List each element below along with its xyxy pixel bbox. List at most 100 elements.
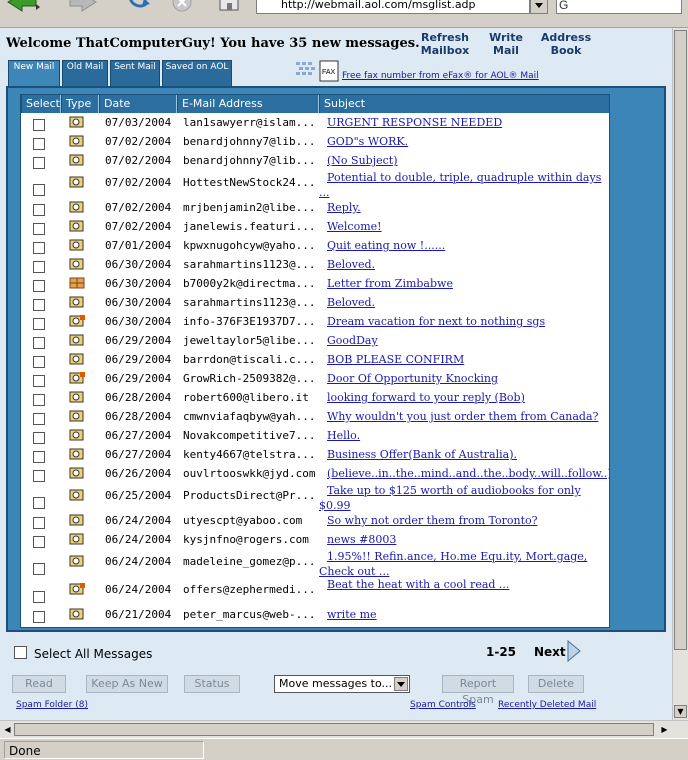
message-subject-link[interactable]: (believe..in..the..mind..and..the..body.… [319,466,609,481]
message-select-checkbox[interactable] [33,451,45,463]
message-subject-link[interactable]: Letter from Zimbabwe [319,276,605,291]
spam-folder-link[interactable]: Spam Folder (8) [16,700,88,710]
search-input[interactable]: G [556,0,682,14]
message-row[interactable]: 07/02/2004 mrjbenjamin2@libe... Reply. [21,198,609,217]
message-select-checkbox[interactable] [33,413,45,425]
stop-button[interactable] [170,0,194,16]
message-select-checkbox[interactable] [33,242,45,254]
message-select-checkbox[interactable] [33,611,45,623]
message-select-checkbox[interactable] [33,337,45,349]
message-subject-link[interactable]: Dream vacation for next to nothing sgs [319,314,605,329]
message-select-checkbox[interactable] [33,119,45,131]
message-select-checkbox[interactable] [33,497,45,509]
vertical-scrollbar[interactable]: ▼ [672,28,688,720]
message-select-checkbox[interactable] [33,318,45,330]
column-subject[interactable]: Subject [319,95,609,113]
message-select-checkbox[interactable] [33,280,45,292]
vertical-scroll-thumb[interactable] [674,30,687,650]
write-mail-link[interactable]: Write Mail [486,31,526,57]
message-row[interactable]: 07/03/2004 lan1sawyerr@islam... URGENT RES… [21,113,609,132]
message-subject-link[interactable]: Welcome! [319,219,605,234]
select-all-checkbox[interactable] [14,646,27,659]
report-spam-button[interactable]: Report Spam [442,675,514,706]
message-select-checkbox[interactable] [33,432,45,444]
message-select-checkbox[interactable] [33,157,45,169]
reload-button[interactable] [124,0,152,16]
message-select-checkbox[interactable] [33,375,45,387]
message-subject-link[interactable]: Hello. [319,428,605,443]
message-row[interactable]: 07/02/2004 janelewis.featuri... Welcome! [21,217,609,236]
message-row[interactable]: 06/29/2004 barrdon@tiscali.c... BOB PLEASE… [21,350,609,369]
message-row[interactable]: 06/24/2004 kysjnfno@rogers.com news #8003 [21,530,609,549]
address-bar[interactable]: http://webmail.aol.com/msglist.adp [256,0,530,14]
horizontal-scrollbar[interactable]: ◀ ▶ [0,720,688,738]
message-select-checkbox[interactable] [33,223,45,235]
message-subject-link[interactable]: Business Offer(Bank of Australia). [319,447,605,462]
message-subject-link[interactable]: 1.95%!! Refin.ance, Ho.me Equ.ity, Mort.… [319,549,605,579]
message-subject-link[interactable]: news #8003 [319,532,605,547]
message-subject-link[interactable]: Beloved. [319,257,605,272]
tab-old-mail[interactable]: Old Mail [62,60,108,86]
message-subject-link[interactable]: Take up to $125 worth of audiobooks for … [319,483,605,513]
message-subject-link[interactable]: GOD"s WORK. [319,134,605,149]
message-select-checkbox[interactable] [33,138,45,150]
message-select-checkbox[interactable] [33,591,45,603]
refresh-mailbox-link[interactable]: Refresh Mailbox [418,31,472,57]
message-subject-link[interactable]: write me [319,607,605,622]
spam-controls-link[interactable]: Spam Controls [410,700,476,710]
message-row[interactable]: 07/02/2004 benardjohnny7@lib... (No Subjec… [21,151,609,170]
message-subject-link[interactable]: looking forward to your reply (Bob) [319,390,605,405]
message-row[interactable]: 06/27/2004 Novakcompetitive7... Hello. [21,426,609,445]
message-row[interactable]: 06/27/2004 kenty4667@telstra... Business O… [21,445,609,464]
delete-button[interactable]: Delete [528,675,584,693]
message-row[interactable]: 06/26/2004 ouvlrtooswkk@jyd.com (believe..… [21,464,609,483]
message-row[interactable]: 06/28/2004 robert600@libero.it looking for… [21,388,609,407]
message-row[interactable]: 06/30/2004 sarahmartins1123@... Beloved. [21,293,609,312]
message-subject-link[interactable]: URGENT RESPONSE NEEDED [319,115,605,130]
read-button[interactable]: Read [12,675,66,693]
message-row[interactable]: 07/02/2004 benardjohnny7@lib... GOD"s WORK… [21,132,609,151]
forward-button[interactable] [68,0,98,16]
recently-deleted-link[interactable]: Recently Deleted Mail [498,700,596,710]
message-select-checkbox[interactable] [33,394,45,406]
message-subject-link[interactable]: Beat the heat with a cool read ... [319,577,605,592]
message-subject-link[interactable]: So why not order them from Toronto? [319,513,605,528]
keep-as-new-button[interactable]: Keep As New [86,675,168,693]
address-book-link[interactable]: Address Book [540,31,592,57]
message-row[interactable]: 06/29/2004 jeweltaylor5@libe... GoodDay [21,331,609,350]
message-select-checkbox[interactable] [33,204,45,216]
message-row[interactable]: 07/01/2004 kpwxnugohcyw@yaho... Quit eatin… [21,236,609,255]
message-row[interactable]: 06/30/2004 info-376F3E1937D7... Dream vaca… [21,312,609,331]
message-row[interactable]: 06/21/2004 peter_marcus@web-... write me [21,605,609,624]
scroll-down-arrow-icon[interactable]: ▼ [674,705,687,718]
message-subject-link[interactable]: Potential to double, triple, quadruple w… [319,170,605,200]
efax-link[interactable]: Free fax number from eFax® for AOL® Mail [342,71,539,81]
message-row[interactable]: 06/28/2004 cmwnviafaqbyw@yah... Why wouldn… [21,407,609,426]
message-row[interactable]: 07/02/2004 HottestNewStock24... Potential … [21,170,609,200]
back-button[interactable] [6,0,40,16]
tab-new-mail[interactable]: New Mail [8,60,60,86]
message-select-checkbox[interactable] [33,517,45,529]
message-row[interactable]: 06/25/2004 ProductsDirect@Pr... Take up to… [21,483,609,513]
next-page-button[interactable]: Next [534,640,584,662]
address-dropdown-button[interactable] [530,0,548,14]
scroll-left-arrow-icon[interactable]: ◀ [1,723,14,736]
message-row[interactable]: 06/29/2004 GrowRich-2509382@... Door Of Op… [21,369,609,388]
tab-sent-mail[interactable]: Sent Mail [110,60,160,86]
tab-saved-on-aol[interactable]: Saved on AOL [162,60,232,86]
message-subject-link[interactable]: GoodDay [319,333,605,348]
message-select-checkbox[interactable] [33,470,45,482]
message-subject-link[interactable]: BOB PLEASE CONFIRM [319,352,605,367]
message-row[interactable]: 06/24/2004 offers@zephermedi... Beat the h… [21,577,609,605]
horizontal-scroll-thumb[interactable] [14,723,654,736]
message-select-checkbox[interactable] [33,184,45,196]
message-select-checkbox[interactable] [33,356,45,368]
message-subject-link[interactable]: (No Subject) [319,153,605,168]
message-subject-link[interactable]: Reply. [319,200,605,215]
message-select-checkbox[interactable] [33,261,45,273]
move-messages-select[interactable]: Move messages to... [274,675,410,693]
message-row[interactable]: 06/30/2004 b7000y2k@directma... Letter fro… [21,274,609,293]
scroll-right-arrow-icon[interactable]: ▶ [658,723,671,736]
column-email[interactable]: E-Mail Address [177,95,319,113]
message-subject-link[interactable]: Why wouldn't you just order them from Ca… [319,409,605,424]
